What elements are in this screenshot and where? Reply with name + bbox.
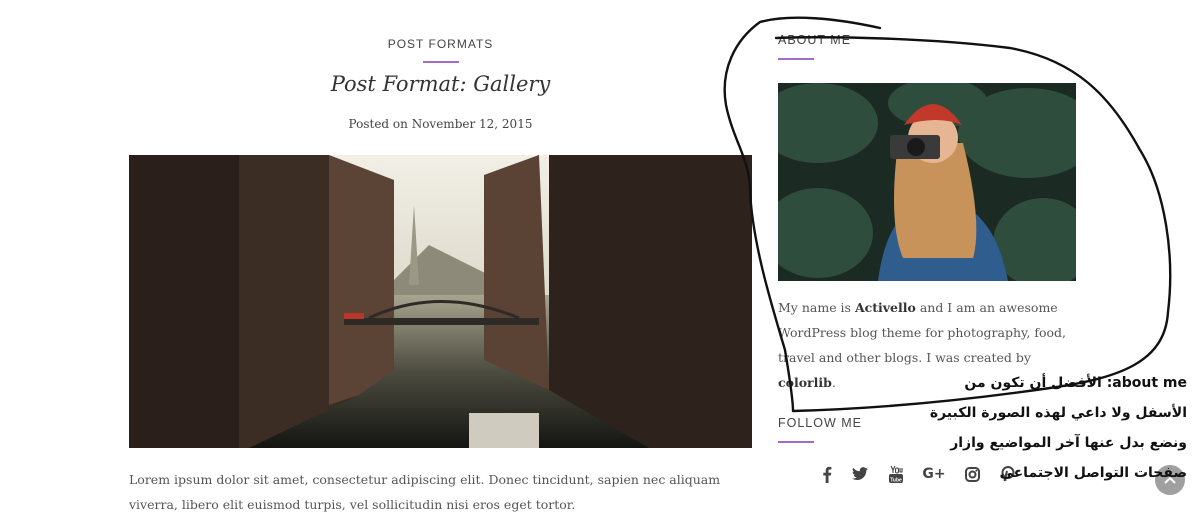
google-plus-icon[interactable]: G+ [922, 462, 946, 486]
post-meta: Posted on November 12, 2015 [129, 117, 752, 131]
posted-on-label: Posted on [348, 117, 408, 131]
back-to-top-button[interactable] [1155, 465, 1185, 495]
instagram-icon[interactable] [960, 462, 984, 486]
post-title[interactable]: Post Format: Gallery [129, 72, 752, 96]
creator-name[interactable]: colorlib [778, 375, 832, 390]
post-date-link[interactable]: November 12, 2015 [412, 117, 533, 131]
youtube-icon[interactable]: Tube [884, 462, 908, 486]
about-me-text: My name is Activello and I am an awesome… [778, 295, 1068, 395]
post-category-link[interactable]: POST FORMATS [129, 37, 752, 51]
follow-me-heading: FOLLOW ME [778, 416, 863, 430]
about-me-underline [778, 58, 814, 60]
about-me-photo [778, 83, 1076, 281]
social-icons: Tube G+ [778, 462, 1038, 486]
post-featured-image[interactable] [129, 155, 752, 448]
site-name: Activello [854, 300, 916, 315]
twitter-icon[interactable] [848, 462, 872, 486]
about-text-3: . [831, 375, 836, 390]
category-underline [423, 61, 459, 63]
facebook-icon[interactable] [815, 462, 839, 486]
svg-text:Tube: Tube [890, 477, 902, 483]
post-excerpt: Lorem ipsum dolor sit amet, consectetur … [129, 472, 721, 512]
post-article: POST FORMATS Post Format: Gallery Posted… [129, 0, 752, 516]
sidebar: ABOUT ME My name is Activello and I am a… [778, 0, 1078, 516]
about-me-heading: ABOUT ME [778, 33, 852, 47]
chevron-up-icon [1164, 476, 1176, 484]
pinterest-icon[interactable] [996, 462, 1020, 486]
about-text-1: My name is [778, 300, 855, 315]
follow-me-underline [778, 441, 814, 443]
